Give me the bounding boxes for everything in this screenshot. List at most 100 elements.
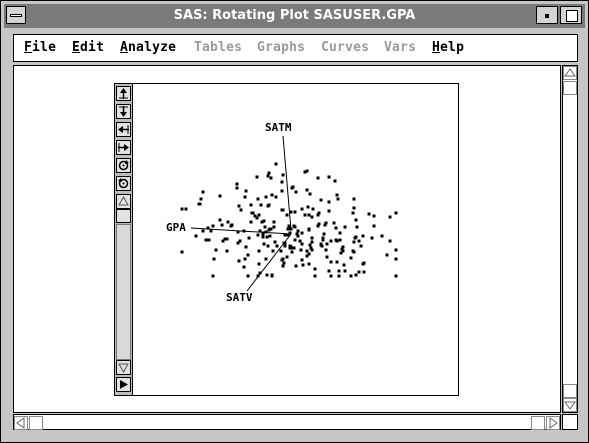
scatter-point: [212, 257, 216, 261]
scatter-point: [294, 190, 298, 194]
scatter-point: [357, 270, 361, 274]
scatter-point: [308, 192, 312, 196]
maximize-icon: [566, 10, 578, 22]
scatter-point: [308, 243, 312, 247]
speed-slider-track[interactable]: [116, 224, 131, 360]
scatter-point: [321, 238, 325, 242]
scatter-point: [353, 236, 357, 240]
horizontal-scrollbar[interactable]: [13, 414, 561, 430]
scatter-point: [306, 205, 310, 209]
scatter-point: [320, 244, 324, 248]
maximize-button[interactable]: [560, 6, 582, 24]
rotate-down-icon: [119, 106, 128, 117]
scatter-point: [329, 274, 333, 278]
rotate-counterclockwise-button[interactable]: [116, 176, 131, 191]
speed-down-button[interactable]: [116, 360, 131, 375]
scatter-point: [352, 206, 356, 210]
scatter-point: [307, 252, 311, 256]
scatter-point: [194, 234, 198, 238]
rotation-tool-strip: [115, 84, 133, 395]
scatter-point: [265, 273, 269, 277]
scatter-point: [253, 214, 257, 218]
scatter-point: [265, 235, 269, 239]
speed-slider-thumb[interactable]: [116, 209, 131, 223]
scatter-point: [338, 231, 342, 235]
scatter-point: [299, 248, 303, 252]
scatter-point: [249, 220, 253, 224]
rotate-counterclockwise-icon: [118, 178, 129, 189]
scatter-point: [266, 204, 270, 208]
scatter-point: [301, 263, 305, 267]
scatter-point: [294, 264, 298, 268]
rotate-clockwise-button[interactable]: [116, 158, 131, 173]
minimize-button[interactable]: [536, 6, 558, 24]
menu-vars[interactable]: Vars: [384, 40, 416, 55]
scatter-point: [272, 220, 276, 224]
scatter-point: [298, 239, 302, 243]
menu-graphs[interactable]: Graphs: [257, 40, 305, 55]
scatter-point: [237, 259, 241, 263]
scatter-point: [281, 264, 285, 268]
system-menu-button[interactable]: [6, 6, 26, 24]
play-button[interactable]: [116, 377, 131, 392]
scatter-point: [351, 211, 355, 215]
rotate-right-button[interactable]: [116, 140, 131, 155]
vertical-scrollbar[interactable]: [562, 65, 578, 413]
scatter-point: [325, 255, 329, 259]
scatter-point: [225, 237, 229, 241]
scatter-point: [273, 240, 277, 244]
scatter-point: [275, 244, 279, 248]
rotate-down-button[interactable]: [116, 104, 131, 119]
satv-axis-label: SATV: [226, 291, 253, 304]
scatter-point: [293, 238, 297, 242]
menu-analyze[interactable]: Analyze: [120, 40, 176, 55]
scatter-point: [246, 253, 250, 257]
scatter-point: [343, 269, 347, 273]
scatter-point: [226, 220, 230, 224]
scatter-point: [262, 242, 266, 246]
scatter-point: [207, 238, 211, 242]
scatter-point: [236, 241, 240, 245]
scatter-point: [214, 248, 218, 252]
system-menu-icon: [10, 14, 22, 17]
scatter-point: [337, 274, 341, 278]
rotating-scatter-plot[interactable]: SATM GPA SATV: [134, 84, 458, 395]
scatter-point: [313, 267, 317, 271]
menu-file[interactable]: File: [24, 40, 56, 55]
scatter-point: [352, 240, 356, 244]
scatter-point: [280, 189, 284, 193]
scatter-point: [280, 180, 284, 184]
rotate-left-icon: [118, 125, 129, 134]
menu-curves[interactable]: Curves: [321, 40, 369, 55]
rotate-left-button[interactable]: [116, 122, 131, 137]
scatter-point: [333, 179, 337, 183]
speed-up-button[interactable]: [116, 194, 131, 209]
scatter-point: [256, 197, 260, 201]
window-title: SAS: Rotating Plot SASUSER.GPA: [173, 8, 416, 23]
gpa-axis-line: [190, 227, 292, 235]
scatter-point: [296, 229, 300, 233]
scatter-point: [349, 256, 353, 260]
scatter-point: [354, 218, 358, 222]
scatter-point: [261, 235, 265, 239]
scatter-point: [243, 257, 247, 261]
scatter-point: [394, 274, 398, 278]
rotate-up-button[interactable]: [116, 86, 131, 101]
title-bar[interactable]: SAS: Rotating Plot SASUSER.GPA: [4, 4, 585, 28]
scatter-point: [270, 193, 274, 197]
scatter-point: [271, 249, 275, 253]
scatter-point: [279, 249, 283, 253]
scatter-point: [180, 207, 184, 211]
scatter-point: [341, 245, 345, 249]
scatter-point: [342, 263, 346, 267]
scatter-point: [380, 234, 384, 238]
menu-tables[interactable]: Tables: [194, 40, 242, 55]
scatter-point: [367, 212, 371, 216]
scatter-point: [243, 195, 247, 199]
scatter-point: [338, 238, 342, 242]
scatter-point: [201, 229, 205, 233]
scatter-point: [316, 213, 320, 217]
menu-help[interactable]: Help: [432, 40, 464, 55]
menu-edit[interactable]: Edit: [72, 40, 104, 55]
scrollbar-corner: [562, 414, 578, 430]
